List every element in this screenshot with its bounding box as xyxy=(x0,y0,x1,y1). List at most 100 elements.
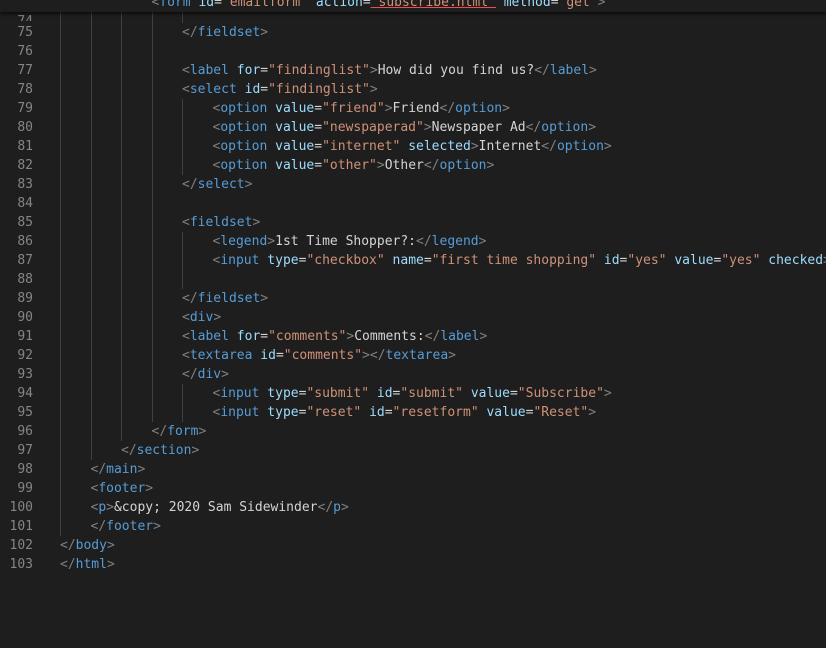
token-attribute-value: "yes" xyxy=(721,253,761,268)
token-punctuation: > xyxy=(106,500,114,515)
token-tag-name: footer xyxy=(106,519,154,534)
token-text-content xyxy=(229,329,237,344)
code-content: </section> xyxy=(121,441,199,460)
token-tag-name: div xyxy=(189,310,214,325)
token-attribute-name: value xyxy=(674,253,714,268)
token-punctuation: </ xyxy=(121,443,137,458)
token-tag-name: body xyxy=(75,538,107,553)
token-punctuation: > xyxy=(267,234,276,249)
code-content: <input type="reset" id="resetform" value… xyxy=(213,403,597,422)
token-attribute-name: value xyxy=(486,405,526,420)
code-content: <legend>1st Time Shopper?:</legend> xyxy=(213,232,487,251)
code-line: 82 <option value="other">Other</option> xyxy=(0,156,826,175)
code-content: <option value="friend">Friend</option> xyxy=(213,99,510,118)
token-attribute-value: "checkbox" xyxy=(306,253,385,268)
token-entity: &copy; xyxy=(113,500,161,515)
token-tag-name: option xyxy=(220,120,268,135)
token-attribute-name: value xyxy=(275,139,315,154)
token-tag-name: select xyxy=(197,177,245,192)
code-editor[interactable]: 75 </fieldset> 76 77 <label for="findinglist… xyxy=(0,0,826,648)
code-content: </select> xyxy=(182,175,252,194)
token-attribute-value: "friend" xyxy=(322,101,385,116)
token-punctuation: > xyxy=(603,139,612,154)
sticky-scroll-header[interactable]: 51 <form id="emailform" action="subscrib… xyxy=(0,0,826,12)
token-attribute-name: checked xyxy=(768,253,824,268)
token-tag-name: p xyxy=(98,500,107,515)
line-number: 96 xyxy=(17,424,33,439)
token-punctuation: > xyxy=(448,348,456,363)
code-line: 91 <label for="comments">Comments:</label… xyxy=(0,327,826,346)
code-content: </main> xyxy=(91,460,146,479)
token-punctuation: > xyxy=(588,120,597,135)
token-punctuation: </ xyxy=(317,500,334,515)
token-punctuation: > xyxy=(260,291,269,306)
token-punctuation: > xyxy=(603,386,612,401)
token-punctuation: </ xyxy=(525,120,542,135)
line-number: 91 xyxy=(17,329,33,344)
token-punctuation: > xyxy=(252,215,261,230)
token-text-content: = xyxy=(314,139,323,154)
token-punctuation: > xyxy=(423,120,432,135)
code-line: 78 <select id="findinglist"> xyxy=(0,80,826,99)
token-text-content: = xyxy=(314,158,323,173)
token-punctuation: > xyxy=(153,519,161,534)
code-line: 89 </fieldset> xyxy=(0,289,826,308)
token-punctuation: </ xyxy=(424,329,441,344)
token-text-content xyxy=(369,386,377,401)
token-text-content xyxy=(267,139,275,154)
line-number: 100 xyxy=(9,500,33,515)
token-text-content: How did you find us? xyxy=(377,63,535,78)
token-tag-name: main xyxy=(106,462,138,477)
code-line: 80 <option value="newspaperad">Newspaper … xyxy=(0,118,826,137)
token-punctuation: > xyxy=(213,310,222,325)
code-line: 90 <div> xyxy=(0,308,826,327)
token-punctuation: < xyxy=(182,63,190,78)
token-punctuation: </ xyxy=(541,139,557,154)
token-tag-name: fieldset xyxy=(189,215,253,230)
token-attribute-name: value xyxy=(470,386,510,401)
code-content: </body> xyxy=(60,536,115,555)
line-number: 83 xyxy=(17,177,33,192)
token-attribute-value: "reset" xyxy=(306,405,362,420)
token-punctuation: </ xyxy=(90,462,107,477)
token-punctuation: < xyxy=(182,348,190,363)
code-content: <label for="findinglist">How did you fin… xyxy=(182,61,597,80)
code-content: <textarea id="comments"></textarea> xyxy=(182,346,456,365)
token-text-content: = xyxy=(260,82,269,97)
token-tag-name: option xyxy=(541,120,589,135)
code-line: 94 <input type="submit" id="submit" value… xyxy=(0,384,826,403)
sticky-line[interactable]: 51 <form id="emailform" action="subscrib… xyxy=(0,0,826,12)
token-attribute-name: id xyxy=(603,253,620,268)
line-number: 84 xyxy=(17,196,33,211)
token-tag-name: form xyxy=(159,0,191,10)
code-content: <input type="checkbox" name="first time … xyxy=(213,251,826,270)
code-line: 81 <option value="internet" selected>Inte… xyxy=(0,137,826,156)
line-number: 78 xyxy=(17,82,33,97)
code-content: <select id="findinglist"> xyxy=(182,80,378,99)
token-attribute-name: method xyxy=(503,0,551,10)
token-tag-name: option xyxy=(220,158,268,173)
token-tag-name: option xyxy=(439,158,487,173)
token-attribute-name: type xyxy=(267,386,299,401)
line-number: 85 xyxy=(17,215,33,230)
token-punctuation: > xyxy=(198,424,207,439)
token-punctuation: </ xyxy=(182,291,198,306)
code-line: 98 </main> xyxy=(0,460,826,479)
token-punctuation: </ xyxy=(439,101,456,116)
code-content: </fieldset> xyxy=(182,23,268,42)
token-tag-name: p xyxy=(333,500,341,515)
code-line: 92 <textarea id="comments"></textarea> xyxy=(0,346,826,365)
token-text-content: = xyxy=(275,348,284,363)
code-line: 97 </section> xyxy=(0,441,826,460)
token-attribute-value: "emailform" xyxy=(221,0,309,10)
token-attribute-name: id xyxy=(198,0,215,10)
code-line: 76 xyxy=(0,42,826,61)
token-punctuation: > xyxy=(260,25,269,40)
token-punctuation: > xyxy=(369,63,378,78)
token-punctuation: > xyxy=(470,139,479,154)
token-tag-name: fieldset xyxy=(197,291,261,306)
token-text-content xyxy=(308,0,316,10)
token-text-content xyxy=(267,158,275,173)
token-text-content: 2020 Sam Sidewinder xyxy=(160,500,318,515)
token-attribute-value: "get" xyxy=(558,0,598,10)
